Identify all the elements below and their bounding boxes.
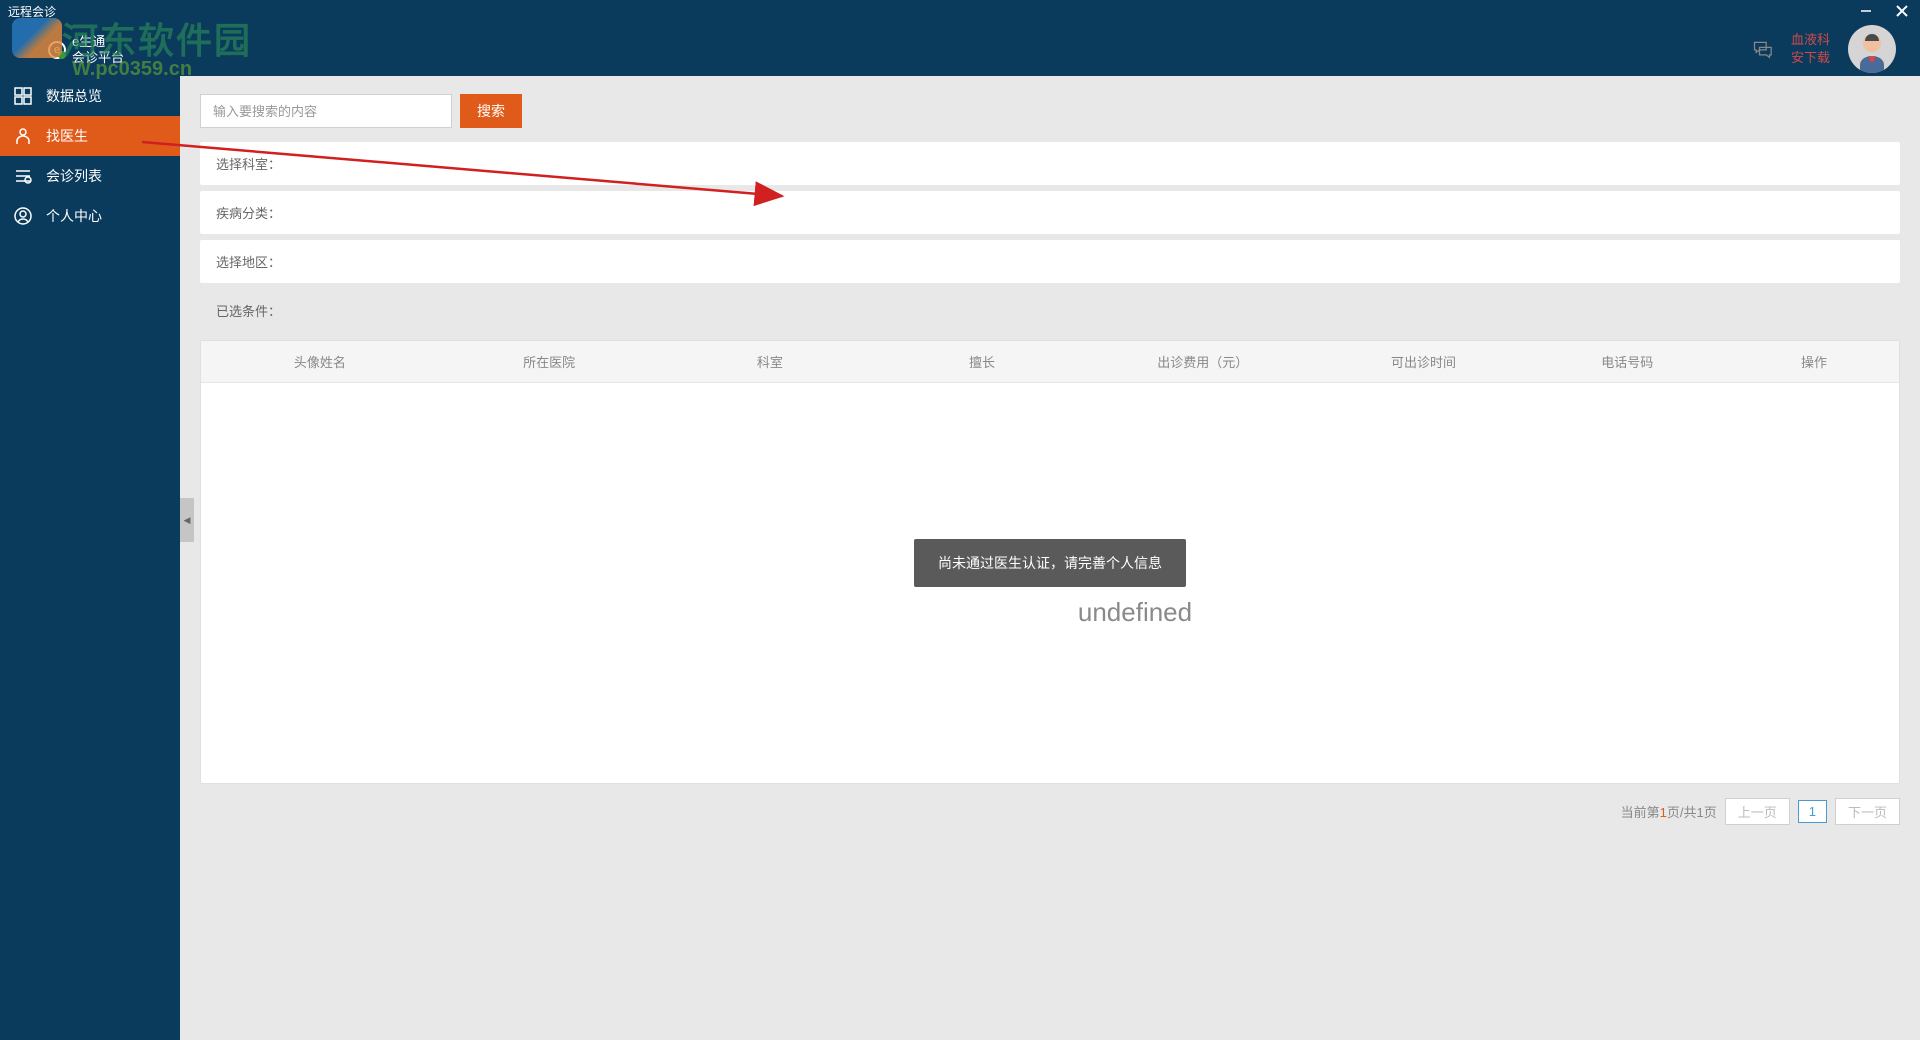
- user-icon: [14, 207, 32, 225]
- filter-department[interactable]: 选择科室：: [200, 142, 1900, 185]
- sidebar-item-find-doctor[interactable]: 找医生: [0, 116, 180, 156]
- window-title: 远程会诊: [8, 3, 56, 20]
- header: 血液科 安下载: [0, 22, 1920, 76]
- logo: e e生通 会诊平台: [48, 34, 124, 65]
- th-hospital: 所在医院: [439, 352, 660, 371]
- th-phone: 电话号码: [1525, 352, 1729, 371]
- sidebar-label: 个人中心: [46, 206, 102, 226]
- prev-page-button[interactable]: 上一页: [1725, 798, 1790, 825]
- sidebar-label: 会诊列表: [46, 166, 102, 186]
- list-icon: [14, 167, 32, 185]
- auth-warning[interactable]: 尚未通过医生认证，请完善个人信息: [914, 539, 1186, 587]
- grid-icon: [14, 87, 32, 105]
- doctor-icon: [14, 127, 32, 145]
- page-1-button[interactable]: 1: [1798, 800, 1827, 823]
- sidebar-item-profile[interactable]: 个人中心: [0, 196, 180, 236]
- doctor-table: 头像姓名 所在医院 科室 擅长 出诊费用（元） 可出诊时间 电话号码 操作 尚未…: [200, 340, 1900, 784]
- selected-conditions: 已选条件：: [200, 289, 1900, 332]
- filter-disease[interactable]: 疾病分类：: [200, 191, 1900, 234]
- th-available: 可出诊时间: [1322, 352, 1526, 371]
- sidebar-label: 数据总览: [46, 86, 102, 106]
- logo-brand-top: e生通: [72, 34, 124, 50]
- search-button[interactable]: 搜索: [460, 94, 522, 128]
- user-name: 安下载: [1791, 49, 1830, 67]
- table-header: 头像姓名 所在医院 科室 擅长 出诊费用（元） 可出诊时间 电话号码 操作: [201, 341, 1899, 383]
- user-info[interactable]: 血液科 安下载: [1791, 31, 1830, 67]
- window-controls: [1848, 0, 1920, 22]
- sidebar-collapse-handle[interactable]: [180, 498, 194, 542]
- avatar[interactable]: [1848, 25, 1896, 73]
- th-department: 科室: [659, 352, 880, 371]
- sidebar-item-overview[interactable]: 数据总览: [0, 76, 180, 116]
- table-body: 尚未通过医生认证，请完善个人信息 undefined: [201, 383, 1899, 783]
- titlebar: 远程会诊: [0, 0, 1920, 22]
- chat-icon[interactable]: [1751, 39, 1773, 59]
- filter-region[interactable]: 选择地区：: [200, 240, 1900, 283]
- close-button[interactable]: [1884, 0, 1920, 22]
- search-row: 搜索: [200, 94, 1900, 128]
- next-page-button[interactable]: 下一页: [1835, 798, 1900, 825]
- th-fee: 出诊费用（元）: [1084, 352, 1322, 371]
- sidebar-item-consult-list[interactable]: 会诊列表: [0, 156, 180, 196]
- search-input[interactable]: [200, 94, 452, 128]
- th-action: 操作: [1729, 352, 1899, 371]
- user-dept: 血液科: [1791, 31, 1830, 49]
- main-content: 搜索 选择科室： 疾病分类： 选择地区： 已选条件： 头像姓名 所在医院 科室 …: [180, 76, 1920, 1040]
- undefined-text: undefined: [1078, 597, 1192, 628]
- sidebar: 数据总览 找医生 会诊列表 个人中心: [0, 76, 180, 1040]
- pagination-info: 当前第1页/共1页: [1621, 802, 1717, 821]
- pagination: 当前第1页/共1页 上一页 1 下一页: [200, 798, 1900, 825]
- th-specialty: 擅长: [880, 352, 1084, 371]
- minimize-button[interactable]: [1848, 0, 1884, 22]
- logo-brand-bottom: 会诊平台: [72, 50, 124, 66]
- user-area: 血液科 安下载: [1751, 25, 1896, 73]
- th-avatar-name: 头像姓名: [201, 352, 439, 371]
- sidebar-label: 找医生: [46, 126, 88, 146]
